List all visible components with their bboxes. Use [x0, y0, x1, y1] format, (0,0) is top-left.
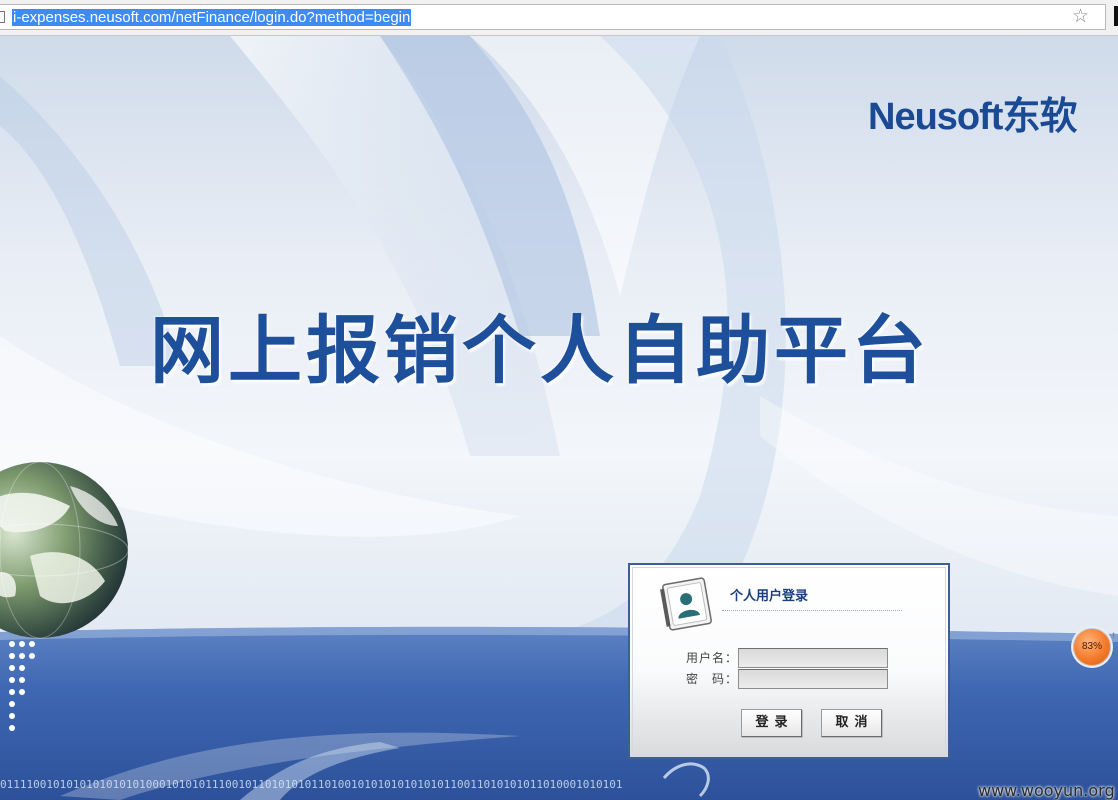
username-input[interactable]: [738, 648, 888, 668]
cancel-button[interactable]: 取消: [821, 709, 882, 737]
login-heading: 个人用户登录: [730, 589, 809, 604]
arrow-up-icon: ↑: [1111, 630, 1116, 641]
user-card-icon: [660, 577, 712, 631]
username-label: 用户名：: [686, 651, 739, 665]
url-text[interactable]: i-expenses.neusoft.com/netFinance/login.…: [12, 9, 412, 26]
page-title: 网上报销个人自助平台: [150, 308, 930, 394]
speed-percent[interactable]: 83%: [1073, 628, 1111, 666]
browser-toolbar: i-expenses.neusoft.com/netFinance/login.…: [0, 0, 1118, 36]
password-label: 密 码：: [686, 672, 739, 686]
neusoft-logo: Neusoft东软: [868, 96, 1077, 138]
network-speed-widget[interactable]: 83% ↑ ↓: [1073, 628, 1118, 668]
password-input[interactable]: [738, 669, 888, 689]
window-edge: [1114, 6, 1118, 26]
login-panel: 个人用户登录 用户名： 密 码： 登录 取消: [628, 563, 950, 759]
arrow-down-icon: ↓: [1111, 646, 1116, 657]
login-page: Neusoft东软 网上报销个人自助平台 0111100101010101010…: [0, 36, 1118, 800]
watermark: www.wooyun.org: [978, 781, 1115, 800]
address-bar[interactable]: i-expenses.neusoft.com/netFinance/login.…: [0, 4, 1106, 30]
star-icon[interactable]: ☆: [1072, 7, 1089, 27]
page-icon: [0, 11, 5, 23]
background-art: [0, 36, 1118, 800]
login-button[interactable]: 登录: [741, 709, 802, 737]
binary-decoration: 0111100101010101010101000101010111001011…: [0, 778, 623, 791]
dot-pattern: [9, 641, 35, 731]
heading-divider: [722, 610, 902, 611]
